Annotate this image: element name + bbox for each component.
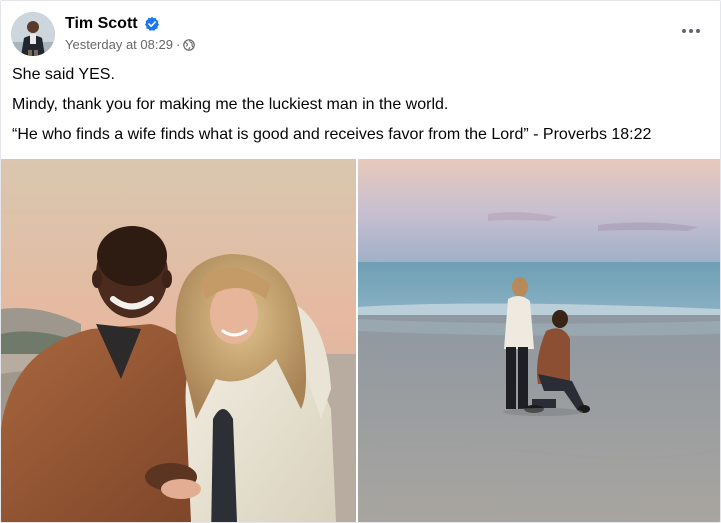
post-text: She said YES. Mindy, thank you for makin… (12, 65, 712, 155)
post-text-line: She said YES. (12, 66, 115, 83)
post-header: Tim Scott Yesterday at 08:29 · (11, 11, 711, 57)
post-meta: Yesterday at 08:29 · (65, 37, 196, 52)
verified-badge-icon (144, 16, 159, 31)
author-name[interactable]: Tim Scott (65, 15, 138, 33)
photo-couple-sunset[interactable] (1, 159, 356, 522)
dot (689, 29, 693, 33)
dot (696, 29, 700, 33)
photo-proposal-beach[interactable] (358, 159, 720, 522)
dot (682, 29, 686, 33)
more-options-icon[interactable] (677, 17, 705, 45)
author-line: Tim Scott (65, 13, 160, 35)
facebook-post: Tim Scott Yesterday at 08:29 · She said … (0, 0, 721, 523)
photo-grid (1, 159, 720, 522)
globe-icon[interactable] (183, 38, 196, 51)
avatar[interactable] (11, 12, 55, 56)
meta-separator: · (175, 37, 181, 52)
post-text-line: “He who finds a wife finds what is good … (12, 126, 652, 143)
post-timestamp[interactable]: Yesterday at 08:29 (65, 37, 173, 52)
post-text-line: Mindy, thank you for making me the lucki… (12, 96, 449, 113)
